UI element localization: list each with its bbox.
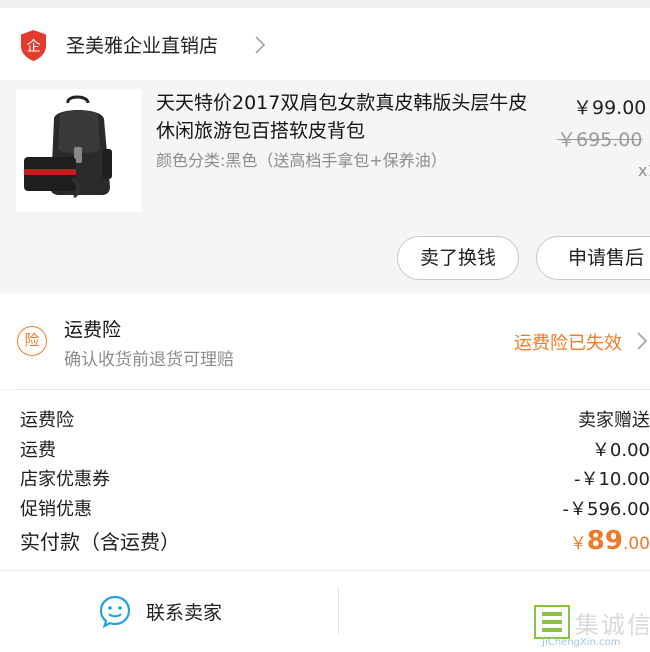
total-decimal: .00 — [622, 534, 650, 554]
insurance-icon: 险 — [17, 326, 47, 356]
total-integer: 89 — [586, 526, 623, 556]
summary-value: -￥10.00 — [573, 469, 650, 490]
shipping-insurance-row[interactable]: 险 运费险 确认收货前退货可理赔 运费险已失效 — [0, 293, 650, 389]
insurance-title: 运费险 — [64, 319, 122, 341]
product-card[interactable]: 天天特价2017双肩包女款真皮韩版头层牛皮休闲旅游包百搭软皮背包 颜色分类:黑色… — [0, 80, 650, 293]
total-value: ￥89.00 — [570, 526, 650, 556]
summary-row-shipping: 运费 ￥0.00 — [0, 436, 650, 464]
product-quantity: x1 — [638, 161, 650, 180]
summary-value: -￥596.00 — [562, 499, 650, 520]
summary-value: ￥0.00 — [591, 440, 650, 461]
product-sku: 颜色分类:黑色（送高档手拿包+保养油） — [156, 151, 447, 170]
insurance-status[interactable]: 运费险已失效 — [514, 329, 622, 355]
contact-seller-button[interactable]: 联系卖家 — [146, 598, 222, 625]
after-sale-button[interactable]: 申请售后 — [536, 236, 650, 280]
summary-row-insurance: 运费险 卖家赠送 — [0, 406, 650, 434]
backpack-icon — [24, 95, 112, 199]
product-image[interactable] — [16, 89, 141, 212]
svg-text:企: 企 — [27, 38, 41, 55]
product-title[interactable]: 天天特价2017双肩包女款真皮韩版头层牛皮休闲旅游包百搭软皮背包 — [156, 89, 541, 145]
summary-row-total: 实付款（含运费） ￥89.00 — [0, 526, 650, 560]
watermark-text: 集诚信 — [575, 611, 650, 639]
shop-header[interactable]: 企 圣美雅企业直销店 — [0, 8, 650, 80]
product-price: ￥99.00 — [573, 97, 647, 119]
watermark-domain: JiChengXin.com — [542, 637, 621, 648]
product-original-price: ￥695.00 — [557, 129, 643, 151]
shop-badge-icon: 企 — [21, 30, 46, 61]
summary-label: 店家优惠券 — [20, 469, 110, 490]
summary-row-promotion: 促销优惠 -￥596.00 — [0, 495, 650, 523]
summary-row-coupon: 店家优惠券 -￥10.00 — [0, 465, 650, 493]
chevron-right-icon[interactable] — [634, 330, 650, 352]
price-summary: 运费险 卖家赠送 运费 ￥0.00 店家优惠券 -￥10.00 促销优惠 -￥5… — [0, 390, 650, 570]
chevron-right-icon[interactable] — [252, 34, 268, 56]
summary-label: 运费 — [20, 440, 56, 461]
total-label: 实付款（含运费） — [20, 530, 180, 554]
insurance-subtitle: 确认收货前退货可理赔 — [64, 350, 234, 370]
total-currency: ￥ — [569, 534, 587, 554]
resell-button[interactable]: 卖了换钱 — [397, 236, 519, 280]
shop-name[interactable]: 圣美雅企业直销店 — [66, 31, 218, 58]
chat-bubble-icon[interactable] — [98, 594, 132, 628]
top-strip — [0, 0, 650, 8]
summary-label: 运费险 — [20, 410, 74, 431]
summary-label: 促销优惠 — [20, 499, 92, 520]
divider — [338, 588, 339, 634]
summary-value: 卖家赠送 — [578, 410, 650, 431]
